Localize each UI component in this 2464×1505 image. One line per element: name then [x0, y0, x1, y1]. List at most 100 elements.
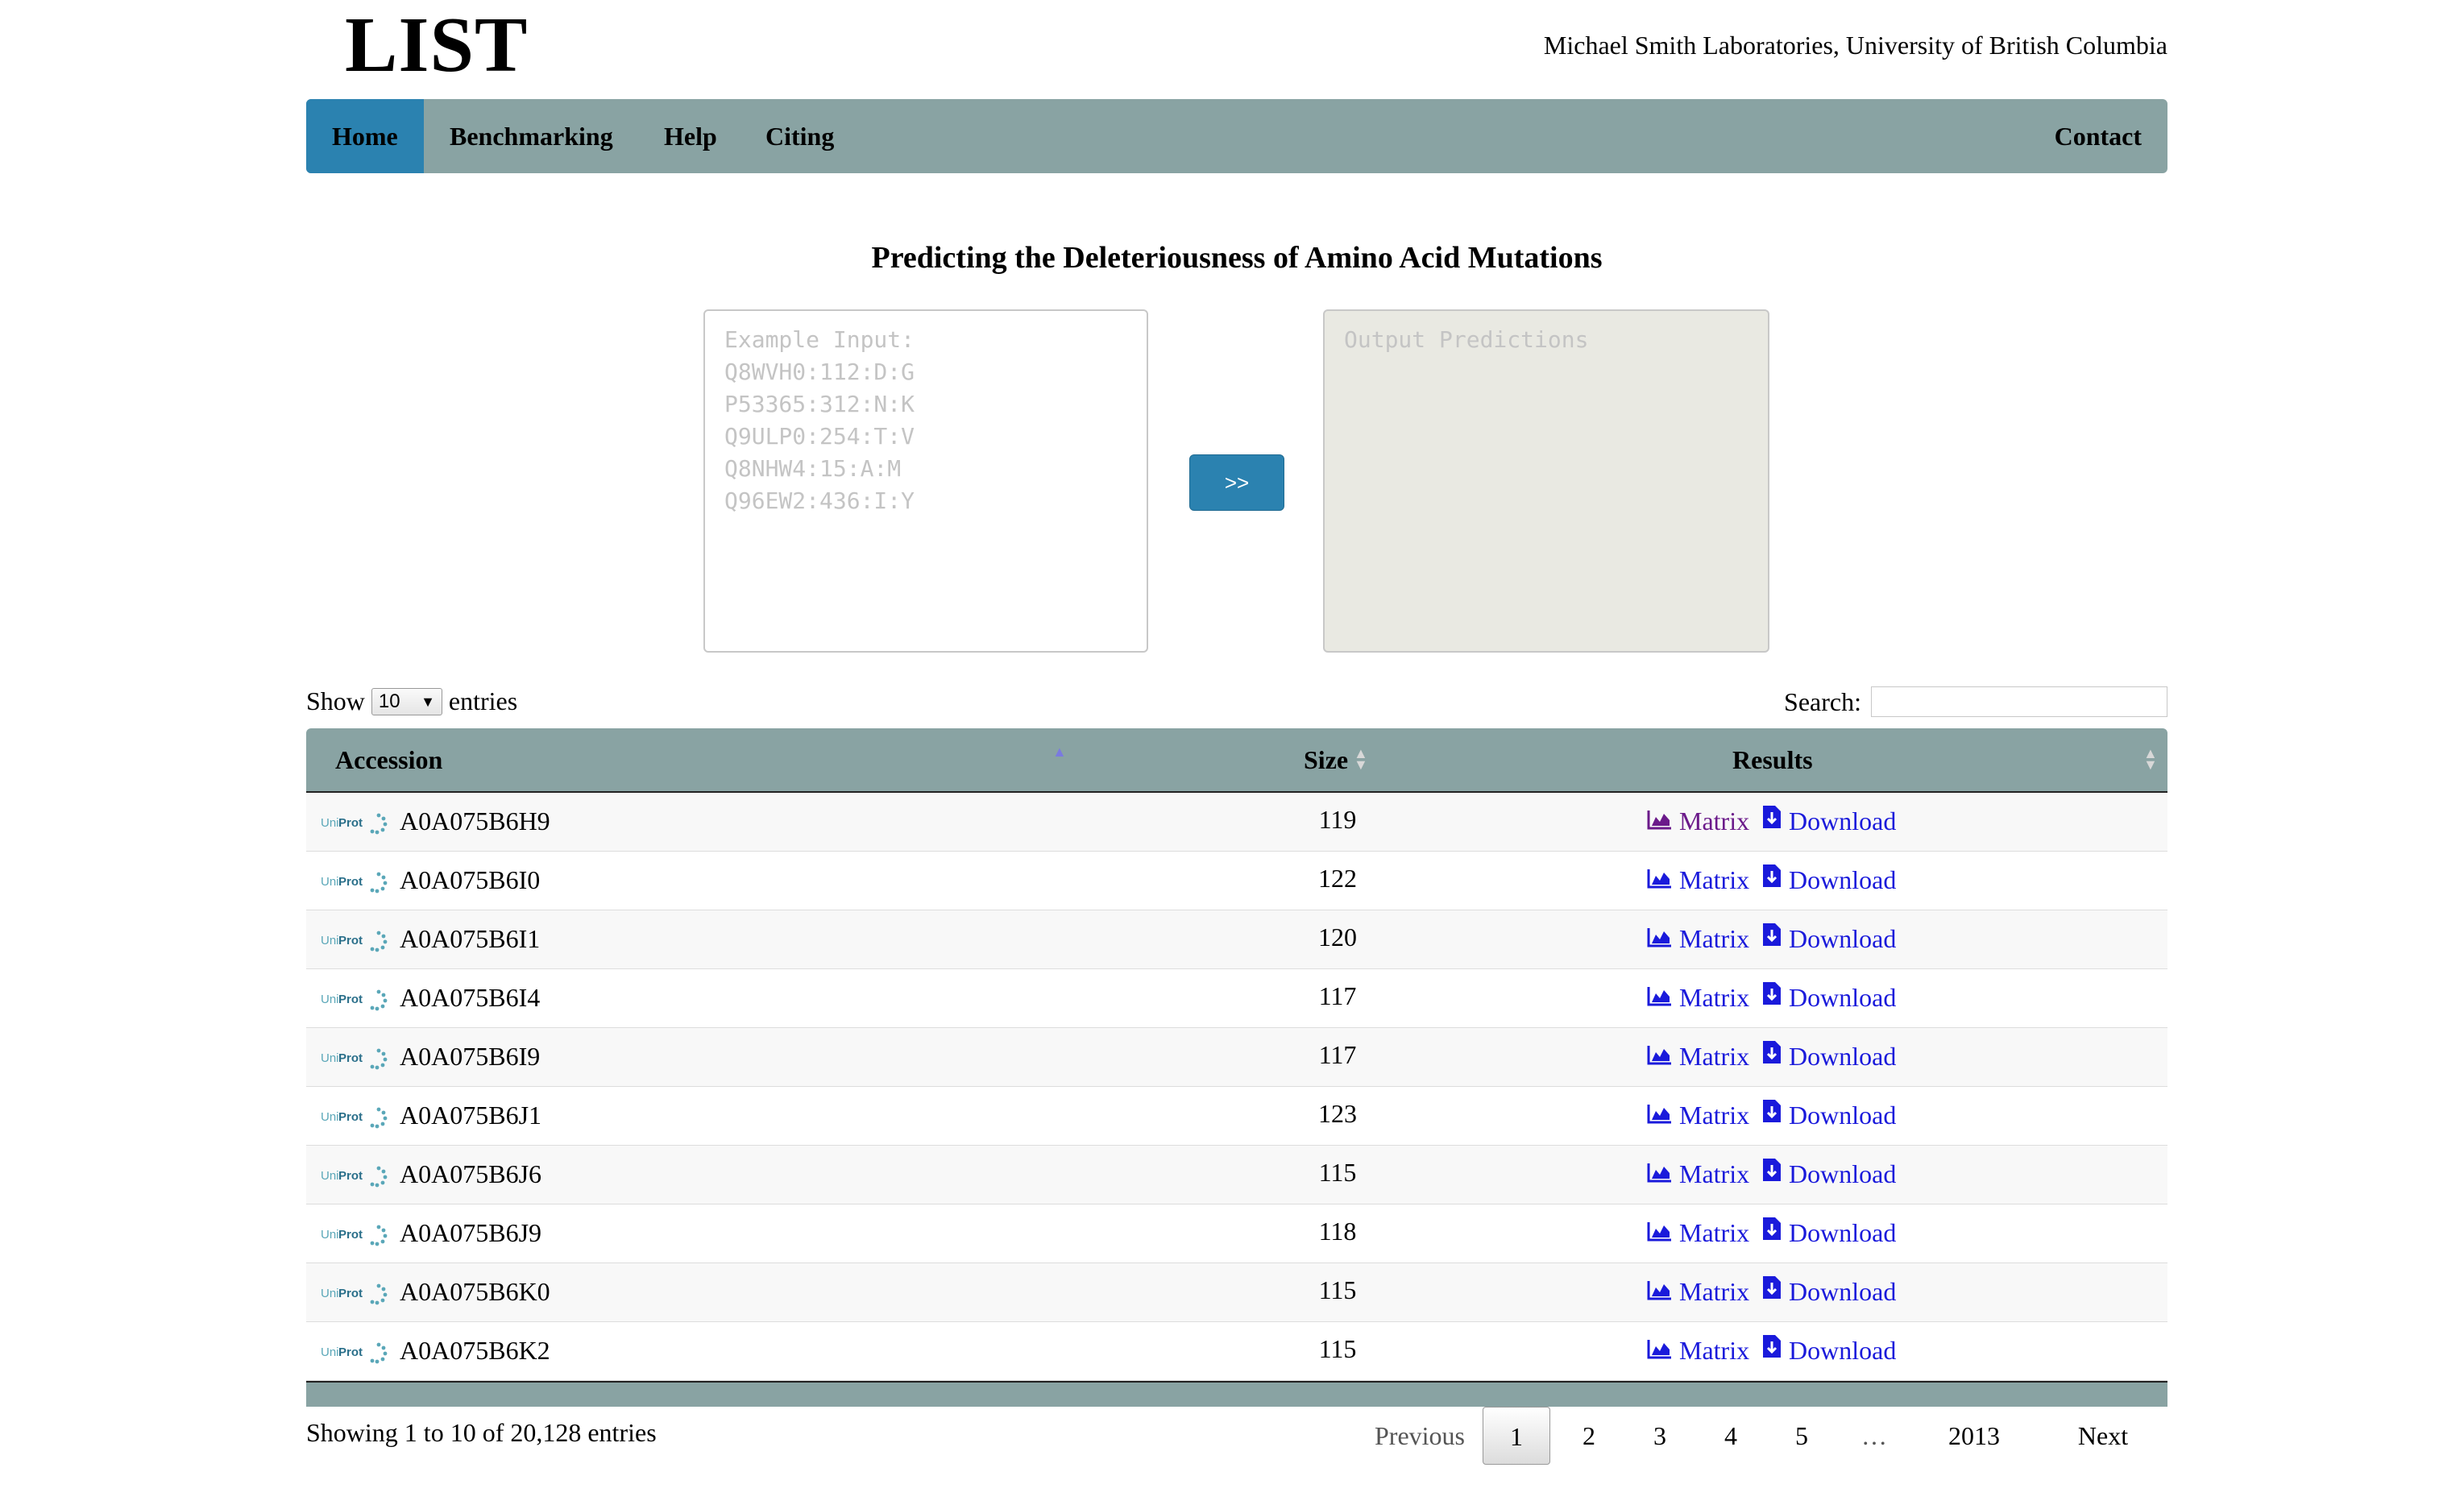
- nav-help[interactable]: Help: [638, 99, 743, 173]
- pagination-page[interactable]: 3: [1626, 1407, 1694, 1465]
- matrix-link-label: Matrix: [1679, 806, 1750, 835]
- predict-button[interactable]: >>: [1189, 454, 1284, 511]
- download-link[interactable]: Download: [1761, 1028, 1896, 1084]
- download-link-label: Download: [1789, 1159, 1897, 1188]
- matrix-link[interactable]: Matrix: [1647, 1087, 1749, 1143]
- svg-text:Prot: Prot: [338, 1345, 363, 1359]
- prediction-output[interactable]: [1323, 309, 1769, 653]
- svg-text:Prot: Prot: [338, 816, 363, 830]
- uniprot-link-icon[interactable]: Uni Prot: [321, 1105, 388, 1129]
- svg-text:Uni: Uni: [321, 816, 339, 830]
- pagination-previous[interactable]: Previous: [1362, 1407, 1478, 1465]
- area-chart-icon: [1647, 969, 1673, 1026]
- svg-text:Prot: Prot: [338, 1169, 363, 1183]
- download-link[interactable]: Download: [1761, 969, 1896, 1026]
- download-link-label: Download: [1789, 983, 1897, 1012]
- uniprot-link-icon[interactable]: Uni Prot: [321, 869, 388, 893]
- download-link[interactable]: Download: [1761, 793, 1896, 849]
- download-link-label: Download: [1789, 1042, 1897, 1071]
- column-header-accession[interactable]: Accession: [335, 728, 442, 791]
- pagination-next[interactable]: Next: [2055, 1407, 2151, 1465]
- nav-contact[interactable]: Contact: [2029, 99, 2167, 173]
- matrix-link-label: Matrix: [1679, 1101, 1750, 1130]
- column-header-size[interactable]: Size: [1304, 728, 1348, 791]
- page-size-select[interactable]: 10 ▼: [371, 687, 442, 715]
- file-download-icon: [1761, 1322, 1782, 1379]
- nav-benchmarking[interactable]: Benchmarking: [424, 99, 639, 173]
- file-download-icon: [1761, 1087, 1782, 1143]
- matrix-link[interactable]: Matrix: [1647, 1028, 1749, 1084]
- area-chart-icon: [1647, 1146, 1673, 1202]
- dropdown-arrow-icon: ▼: [421, 693, 435, 710]
- matrix-link-label: Matrix: [1679, 1336, 1750, 1365]
- svg-text:Prot: Prot: [338, 1051, 363, 1065]
- accession-cell: A0A075B6K0: [400, 1277, 550, 1306]
- file-download-icon: [1761, 1204, 1782, 1261]
- accession-cell: A0A075B6I9: [400, 1042, 541, 1071]
- matrix-link[interactable]: Matrix: [1647, 969, 1749, 1026]
- accession-cell: A0A075B6J6: [400, 1159, 542, 1188]
- svg-text:Uni: Uni: [321, 993, 339, 1006]
- matrix-link[interactable]: Matrix: [1647, 852, 1749, 908]
- area-chart-icon: [1647, 1322, 1673, 1379]
- area-chart-icon: [1647, 1263, 1673, 1320]
- download-link[interactable]: Download: [1761, 1204, 1896, 1261]
- size-cell: 118: [1318, 1217, 1357, 1246]
- entries-label: entries: [448, 686, 518, 715]
- download-link[interactable]: Download: [1761, 1146, 1896, 1202]
- uniprot-link-icon[interactable]: Uni Prot: [321, 987, 388, 1011]
- search-input[interactable]: [1871, 686, 2167, 717]
- svg-text:Uni: Uni: [321, 1287, 339, 1300]
- affiliation-text: Michael Smith Laboratories, University o…: [1543, 31, 2167, 60]
- sort-icon: ▲ ▼: [2143, 745, 2158, 773]
- matrix-link[interactable]: Matrix: [1647, 793, 1749, 849]
- download-link-label: Download: [1789, 1336, 1897, 1365]
- accession-cell: A0A075B6I0: [400, 865, 541, 894]
- mutation-input[interactable]: [703, 309, 1148, 653]
- matrix-link[interactable]: Matrix: [1647, 1204, 1749, 1261]
- table-row: Uni Prot A0A075B6I0 122 Matrix Download: [306, 852, 2167, 910]
- download-link[interactable]: Download: [1761, 1263, 1896, 1320]
- column-header-results[interactable]: Results: [1732, 728, 1813, 791]
- download-link-label: Download: [1789, 924, 1897, 953]
- pagination-page[interactable]: 2: [1555, 1407, 1623, 1465]
- download-link[interactable]: Download: [1761, 852, 1896, 908]
- size-cell: 117: [1318, 981, 1357, 1010]
- area-chart-icon: [1647, 1028, 1673, 1084]
- pagination-page[interactable]: 5: [1768, 1407, 1836, 1465]
- pagination-page[interactable]: 4: [1697, 1407, 1765, 1465]
- accession-cell: A0A075B6H9: [400, 806, 550, 835]
- table-row: Uni Prot A0A075B6J1 123 Matrix Download: [306, 1087, 2167, 1146]
- pagination-page-current[interactable]: 1: [1483, 1407, 1550, 1465]
- size-cell: 122: [1318, 864, 1357, 893]
- sort-asc-icon: ▲: [1052, 744, 1067, 760]
- file-download-icon: [1761, 852, 1782, 908]
- matrix-link[interactable]: Matrix: [1647, 1263, 1749, 1320]
- svg-text:Prot: Prot: [338, 875, 363, 889]
- uniprot-link-icon[interactable]: Uni Prot: [321, 811, 388, 835]
- matrix-link[interactable]: Matrix: [1647, 910, 1749, 967]
- svg-text:Prot: Prot: [338, 993, 363, 1006]
- download-link[interactable]: Download: [1761, 910, 1896, 967]
- size-cell: 120: [1318, 922, 1357, 952]
- download-link-label: Download: [1789, 1277, 1897, 1306]
- uniprot-link-icon[interactable]: Uni Prot: [321, 1222, 388, 1246]
- site-logo[interactable]: LIST: [345, 0, 528, 90]
- file-download-icon: [1761, 1146, 1782, 1202]
- download-link[interactable]: Download: [1761, 1087, 1896, 1143]
- matrix-link[interactable]: Matrix: [1647, 1146, 1749, 1202]
- table-row: Uni Prot A0A075B6I4 117 Matrix Download: [306, 969, 2167, 1028]
- uniprot-link-icon[interactable]: Uni Prot: [321, 1340, 388, 1364]
- uniprot-link-icon[interactable]: Uni Prot: [321, 1046, 388, 1070]
- uniprot-link-icon[interactable]: Uni Prot: [321, 1281, 388, 1305]
- uniprot-link-icon[interactable]: Uni Prot: [321, 928, 388, 952]
- table-row: Uni Prot A0A075B6K2 115 Matrix Download: [306, 1322, 2167, 1381]
- matrix-link[interactable]: Matrix: [1647, 1322, 1749, 1379]
- download-link[interactable]: Download: [1761, 1322, 1896, 1379]
- uniprot-link-icon[interactable]: Uni Prot: [321, 1163, 388, 1188]
- pagination-page-last[interactable]: 2013: [1926, 1407, 2022, 1465]
- area-chart-icon: [1647, 793, 1673, 849]
- nav-citing[interactable]: Citing: [740, 99, 860, 173]
- matrix-link-label: Matrix: [1679, 983, 1750, 1012]
- nav-home[interactable]: Home: [306, 99, 424, 173]
